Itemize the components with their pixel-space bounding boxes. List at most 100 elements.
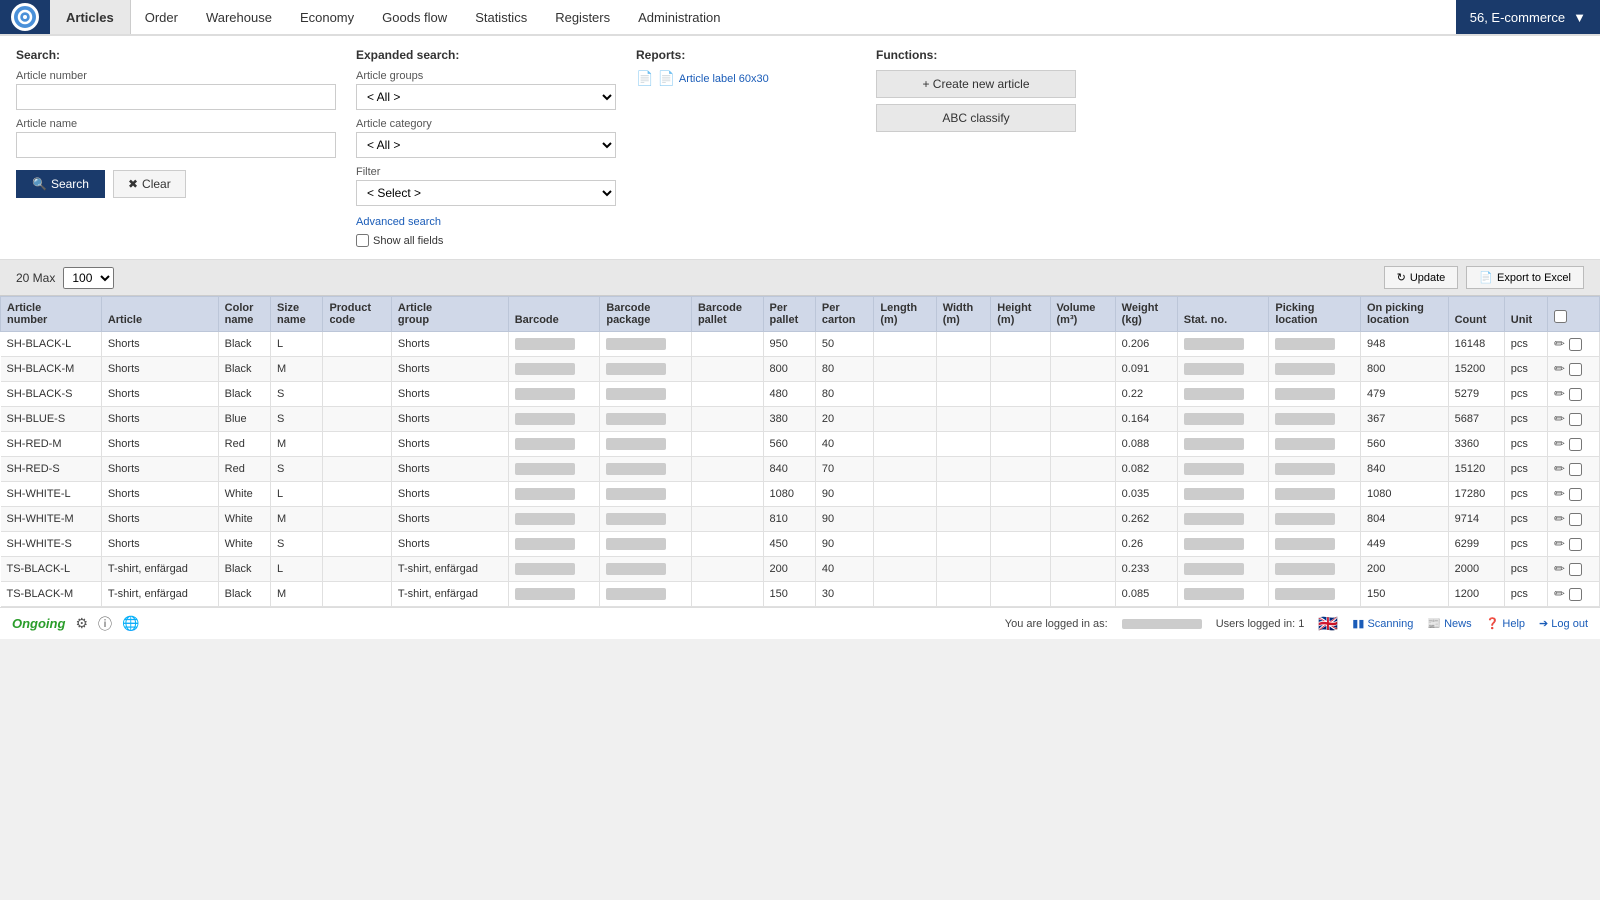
article-groups-label: Article groups (356, 70, 616, 82)
col-height[interactable]: Height(m) (991, 297, 1050, 332)
cell-barcode-pkg (600, 407, 692, 432)
cell-barcode-pallet (691, 482, 763, 507)
edit-icon[interactable]: ✏ (1554, 586, 1565, 602)
nav-links: Order Warehouse Economy Goods flow Stati… (131, 0, 1456, 34)
cell-edit: ✏ (1548, 457, 1600, 481)
col-stat-no[interactable]: Stat. no. (1177, 297, 1269, 332)
cell-weight: 0.088 (1115, 432, 1177, 457)
cell-article: Shorts (101, 332, 218, 357)
row-checkbox[interactable] (1569, 338, 1582, 351)
nav-economy[interactable]: Economy (296, 10, 358, 25)
settings-icon[interactable]: ⚙ (75, 615, 88, 632)
nav-registers[interactable]: Registers (551, 10, 614, 25)
col-article[interactable]: Article (101, 297, 218, 332)
help-link[interactable]: ❓ Help (1486, 617, 1525, 630)
max-select[interactable]: 100 (63, 267, 114, 289)
col-width[interactable]: Width(m) (936, 297, 991, 332)
nav-order[interactable]: Order (141, 10, 182, 25)
col-volume[interactable]: Volume(m³) (1050, 297, 1115, 332)
col-length[interactable]: Length(m) (874, 297, 936, 332)
cell-art-num: SH-BLUE-S (1, 407, 102, 432)
edit-icon[interactable]: ✏ (1554, 536, 1565, 552)
select-all-checkbox[interactable] (1554, 310, 1567, 323)
edit-icon[interactable]: ✏ (1554, 561, 1565, 577)
nav-statistics[interactable]: Statistics (471, 10, 531, 25)
cell-weight: 0.164 (1115, 407, 1177, 432)
news-link[interactable]: 📰 News (1427, 617, 1471, 630)
col-per-pallet[interactable]: Perpallet (763, 297, 815, 332)
globe-icon[interactable]: 🌐 (122, 615, 139, 632)
col-barcode[interactable]: Barcode (508, 297, 600, 332)
col-weight[interactable]: Weight(kg) (1115, 297, 1177, 332)
article-groups-select[interactable]: < All > (356, 84, 616, 110)
cell-weight: 0.085 (1115, 582, 1177, 607)
col-actions (1547, 297, 1599, 332)
article-category-select[interactable]: < All > (356, 132, 616, 158)
row-checkbox[interactable] (1569, 538, 1582, 551)
clear-button[interactable]: ✖ Clear (113, 170, 186, 198)
edit-icon[interactable]: ✏ (1554, 486, 1565, 502)
row-checkbox[interactable] (1569, 438, 1582, 451)
cell-unit: pcs (1504, 557, 1547, 582)
cell-barcode-pkg (600, 582, 692, 607)
col-picking-location[interactable]: Pickinglocation (1269, 297, 1361, 332)
article-name-input[interactable] (16, 132, 336, 158)
show-all-fields-checkbox[interactable] (356, 234, 369, 247)
cell-unit: pcs (1504, 382, 1547, 407)
row-checkbox[interactable] (1569, 413, 1582, 426)
row-checkbox[interactable] (1569, 488, 1582, 501)
row-checkbox[interactable] (1569, 463, 1582, 476)
edit-icon[interactable]: ✏ (1554, 386, 1565, 402)
cell-count: 5279 (1448, 382, 1504, 407)
logout-link[interactable]: ➔ Log out (1539, 617, 1588, 630)
table-row: SH-RED-SShortsRedSShorts 840700.082 8401… (1, 457, 1600, 482)
row-checkbox[interactable] (1569, 363, 1582, 376)
col-per-carton[interactable]: Percarton (815, 297, 874, 332)
edit-icon[interactable]: ✏ (1554, 436, 1565, 452)
cell-edit: ✏ (1548, 507, 1600, 531)
nav-warehouse[interactable]: Warehouse (202, 10, 276, 25)
cell-on-picking-loc: 560 (1360, 432, 1448, 457)
edit-icon[interactable]: ✏ (1554, 361, 1565, 377)
cell-barcode (508, 432, 600, 457)
report-article-label[interactable]: 📄 📄 Article label 60x30 (636, 70, 856, 87)
col-count[interactable]: Count (1448, 297, 1504, 332)
edit-icon[interactable]: ✏ (1554, 336, 1565, 352)
abc-classify-button[interactable]: ABC classify (876, 104, 1076, 132)
export-excel-button[interactable]: 📄 Export to Excel (1466, 266, 1584, 289)
row-checkbox[interactable] (1569, 513, 1582, 526)
col-color-name[interactable]: Colorname (218, 297, 270, 332)
update-button[interactable]: ↻ Update (1384, 266, 1459, 289)
create-new-article-button[interactable]: + Create new article (876, 70, 1076, 98)
cell-weight: 0.091 (1115, 357, 1177, 382)
scanning-link[interactable]: ▮▮ Scanning (1352, 617, 1413, 630)
info-icon[interactable]: ⓘ (98, 614, 112, 634)
row-checkbox[interactable] (1569, 388, 1582, 401)
col-on-picking-location[interactable]: On pickinglocation (1360, 297, 1448, 332)
edit-icon[interactable]: ✏ (1554, 411, 1565, 427)
col-size-name[interactable]: Sizename (271, 297, 323, 332)
row-checkbox[interactable] (1569, 588, 1582, 601)
article-number-input[interactable] (16, 84, 336, 110)
articles-tab[interactable]: Articles (50, 0, 131, 34)
table-row: TS-BLACK-MT-shirt, enfärgadBlackMT-shirt… (1, 582, 1600, 607)
col-product-code[interactable]: Productcode (323, 297, 391, 332)
company-selector[interactable]: 56, E-commerce ▼ (1456, 0, 1600, 34)
col-article-group[interactable]: Articlegroup (391, 297, 508, 332)
nav-goods-flow[interactable]: Goods flow (378, 10, 451, 25)
row-checkbox[interactable] (1569, 563, 1582, 576)
update-icon: ↻ (1397, 271, 1406, 284)
edit-icon[interactable]: ✏ (1554, 511, 1565, 527)
col-barcode-pallet[interactable]: Barcodepallet (691, 297, 763, 332)
cell-stat-no (1177, 557, 1269, 582)
col-article-number[interactable]: Articlenumber (1, 297, 102, 332)
search-button[interactable]: 🔍 Search (16, 170, 105, 198)
col-barcode-package[interactable]: Barcodepackage (600, 297, 692, 332)
edit-icon[interactable]: ✏ (1554, 461, 1565, 477)
advanced-search-link[interactable]: Advanced search (356, 216, 616, 228)
col-unit[interactable]: Unit (1504, 297, 1547, 332)
filter-select[interactable]: < Select > (356, 180, 616, 206)
cell-per-pallet: 380 (763, 407, 815, 432)
cell-height (991, 332, 1050, 357)
nav-administration[interactable]: Administration (634, 10, 724, 25)
